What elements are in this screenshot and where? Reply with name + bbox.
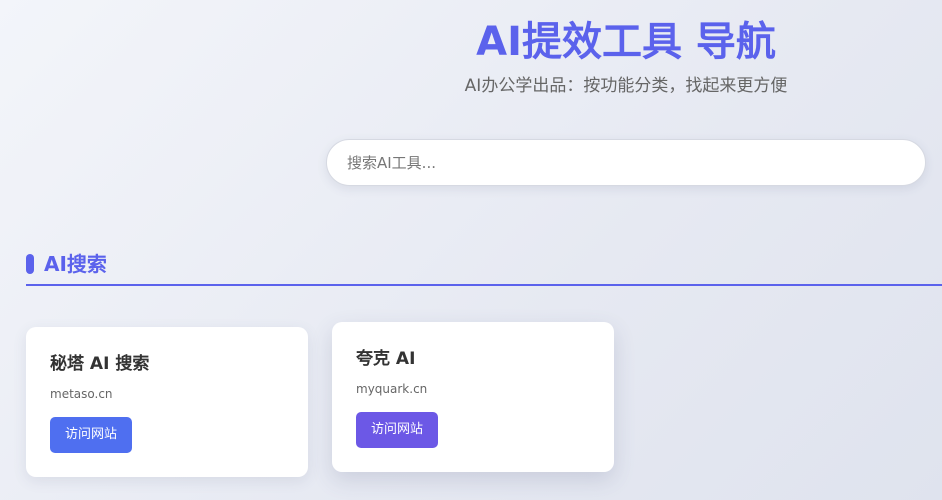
visit-website-button[interactable]: 访问网站 [50,417,133,453]
section-title: AI搜索 [44,252,107,276]
section-marker [26,254,34,274]
visit-website-button[interactable]: 访问网站 [356,412,439,448]
search-box [326,139,926,186]
section-header-ai-search: AI搜索 [26,252,942,286]
tool-card-title: 秘塔 AI 搜索 [50,354,150,374]
page-header: AI提效工具 导航 AI办公学出品：按功能分类，找起来更方便 [326,14,926,98]
tool-card-metaso: 秘塔 AI 搜索 metaso.cn 访问网站 [26,327,308,477]
tool-card-url: myquark.cn [356,382,428,396]
page-title: AI提效工具 导航 [476,19,776,65]
tool-card-title: 夸克 AI [356,349,416,369]
tool-card-quark: 夸克 AI myquark.cn 访问网站 [332,322,614,472]
tool-card-url: metaso.cn [50,387,113,401]
page-subtitle: AI办公学出品：按功能分类，找起来更方便 [464,76,788,96]
search-input[interactable] [327,140,925,185]
